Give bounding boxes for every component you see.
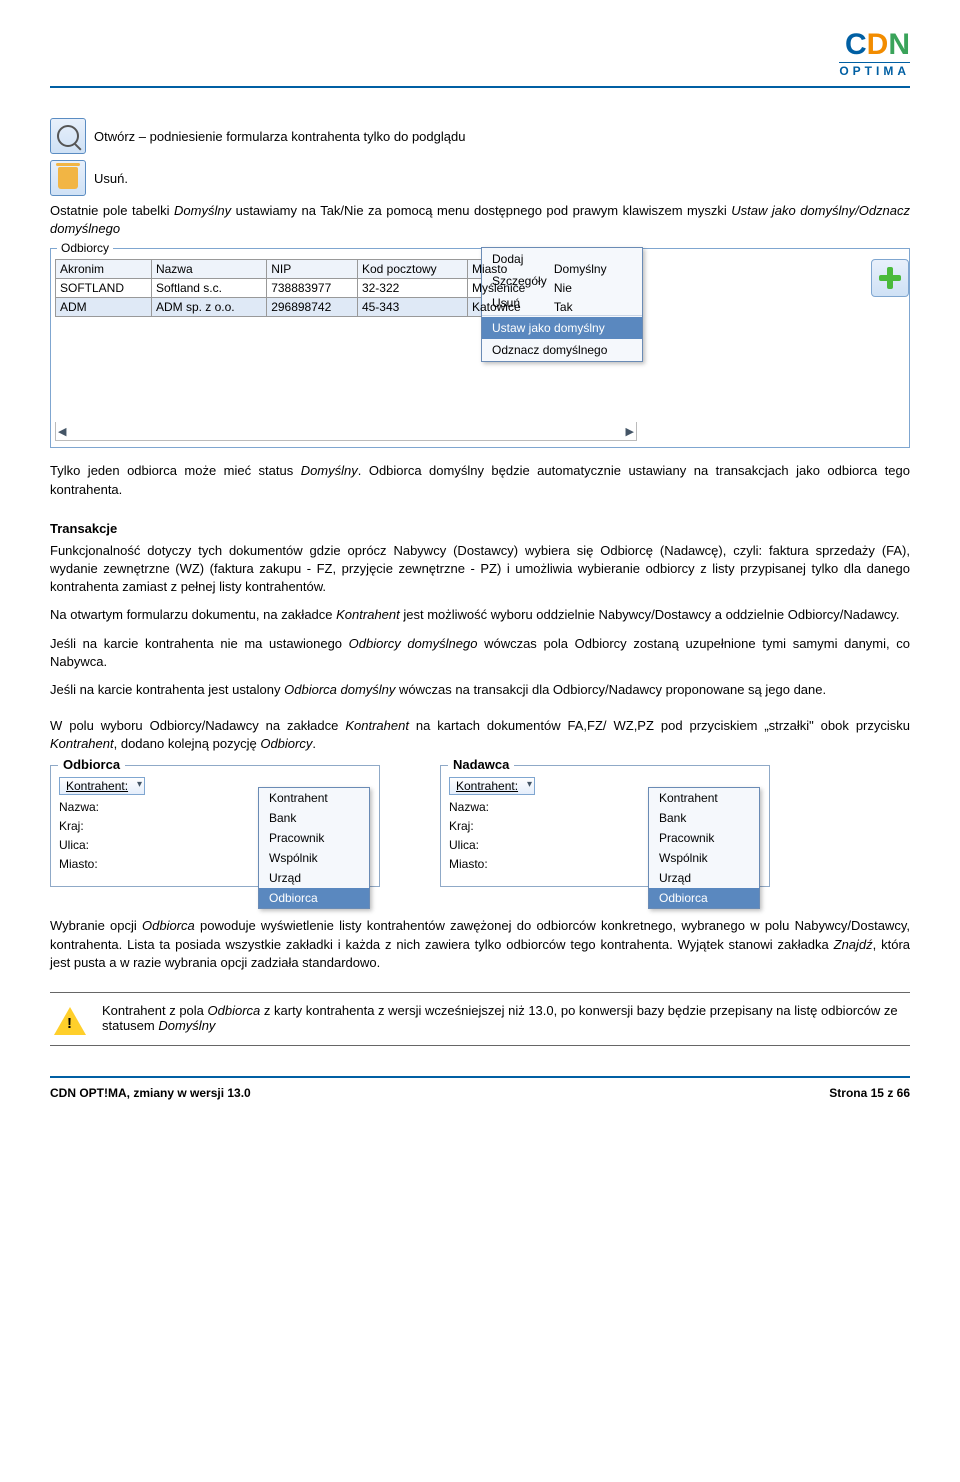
transakcje-p2: Na otwartym formularzu dokumentu, na zak…: [50, 606, 910, 624]
scroll-left-icon[interactable]: ◀: [58, 425, 66, 438]
logo-letter-d: D: [867, 28, 889, 61]
odbiorca-dropdown-menu[interactable]: Kontrahent Bank Pracownik Wspólnik Urząd…: [258, 787, 370, 909]
page-footer: CDN OPT!MA, zmiany w wersji 13.0 Strona …: [50, 1086, 910, 1100]
header-divider: [50, 86, 910, 88]
note-box: Kontrahent z pola Odbiorca z karty kontr…: [50, 992, 910, 1046]
paragraph-intro: Ostatnie pole tabelki Domyślny ustawiamy…: [50, 202, 910, 238]
odbiorcy-legend: Odbiorcy: [57, 241, 113, 255]
transakcje-p3: Jeśli na karcie kontrahenta nie ma ustaw…: [50, 635, 910, 671]
menu-bank[interactable]: Bank: [649, 808, 759, 828]
menu-odbiorca[interactable]: Odbiorca: [649, 888, 759, 908]
menu-pracownik[interactable]: Pracownik: [259, 828, 369, 848]
menu-urzad[interactable]: Urząd: [649, 868, 759, 888]
paragraph-wybranie: Wybranie opcji Odbiorca powoduje wyświet…: [50, 917, 910, 972]
footer-divider: [50, 1076, 910, 1078]
menu-ustaw-domyslny[interactable]: Ustaw jako domyślny: [482, 317, 642, 339]
preview-label: Otwórz – podniesienie formularza kontrah…: [94, 129, 465, 144]
footer-title: CDN OPT!MA, zmiany w wersji 13.0: [50, 1086, 251, 1100]
plus-icon: [879, 267, 901, 289]
nadawca-dropdown-menu[interactable]: Kontrahent Bank Pracownik Wspólnik Urząd…: [648, 787, 760, 909]
transakcje-p4: Jeśli na karcie kontrahenta jest ustalon…: [50, 681, 910, 699]
paragraph-status: Tylko jeden odbiorca może mieć status Do…: [50, 462, 910, 498]
col-nip[interactable]: NIP: [267, 260, 358, 279]
transakcje-p1: Funkcjonalność dotyczy tych dokumentów g…: [50, 542, 910, 597]
menu-wspolnik[interactable]: Wspólnik: [259, 848, 369, 868]
logo-letter-c: C: [845, 28, 867, 61]
icon-line-preview: Otwórz – podniesienie formularza kontrah…: [50, 118, 910, 154]
odbiorca-panel: Odbiorca Kontrahent: Nazwa: Kraj: Ulica:…: [50, 765, 380, 887]
menu-pracownik[interactable]: Pracownik: [649, 828, 759, 848]
add-button[interactable]: [871, 259, 909, 297]
col-nazwa[interactable]: Nazwa: [151, 260, 266, 279]
menu-kontrahent[interactable]: Kontrahent: [649, 788, 759, 808]
scroll-right-icon[interactable]: ▶: [626, 425, 634, 438]
menu-odznacz-domyslnego[interactable]: Odznacz domyślnego: [482, 339, 642, 361]
section-transakcje-title: Transakcje: [50, 521, 910, 536]
trash-icon: [58, 167, 78, 189]
col-kod[interactable]: Kod pocztowy: [357, 260, 467, 279]
kontrahent-dropdown-button[interactable]: Kontrahent:: [59, 777, 145, 795]
odbiorcy-fieldset: Odbiorcy Akronim Nazwa NIP Kod pocztowy …: [50, 248, 910, 448]
menu-urzad[interactable]: Urząd: [259, 868, 369, 888]
kontrahent-dropdown-button[interactable]: Kontrahent:: [449, 777, 535, 795]
footer-page-number: Strona 15 z 66: [829, 1086, 910, 1100]
menu-wspolnik[interactable]: Wspólnik: [649, 848, 759, 868]
menu-separator: [482, 315, 642, 316]
horizontal-scrollbar[interactable]: ◀ ▶: [55, 422, 637, 441]
logo-letter-n: N: [888, 28, 910, 61]
odbiorca-legend: Odbiorca: [58, 757, 125, 772]
warning-icon: [54, 1007, 86, 1035]
menu-kontrahent[interactable]: Kontrahent: [259, 788, 369, 808]
delete-button[interactable]: [50, 160, 86, 196]
nadawca-panel: Nadawca Kontrahent: Nazwa: Kraj: Ulica: …: [440, 765, 770, 887]
menu-odbiorca[interactable]: Odbiorca: [259, 888, 369, 908]
header-logo: CDN OPTIMA: [50, 30, 910, 78]
magnifier-icon: [57, 125, 79, 147]
col-akronim[interactable]: Akronim: [56, 260, 152, 279]
icon-line-delete: Usuń.: [50, 160, 910, 196]
note-text: Kontrahent z pola Odbiorca z karty kontr…: [102, 1003, 906, 1033]
menu-bank[interactable]: Bank: [259, 808, 369, 828]
logo-subtitle: OPTIMA: [839, 62, 910, 77]
preview-button[interactable]: [50, 118, 86, 154]
delete-label: Usuń.: [94, 171, 128, 186]
paragraph-dropdown-intro: W polu wyboru Odbiorcy/Nadawcy na zakład…: [50, 717, 910, 753]
nadawca-legend: Nadawca: [448, 757, 514, 772]
